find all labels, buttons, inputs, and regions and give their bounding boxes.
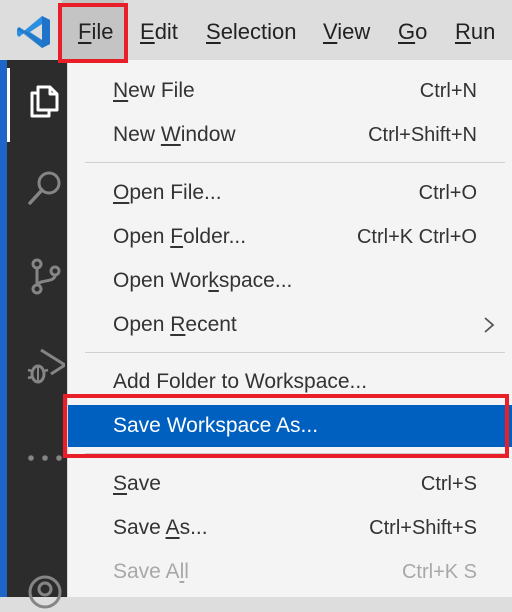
explorer-icon[interactable]	[25, 80, 65, 120]
menu-item-label: New Window	[113, 123, 236, 146]
menu-view-label: View	[323, 19, 371, 44]
menu-item-shortcut: Ctrl+N	[419, 80, 477, 102]
menu-go-label: Go	[398, 19, 428, 44]
menu-file-label: File	[78, 19, 114, 44]
menu-item-label: Add Folder to Workspace...	[113, 370, 368, 393]
run-debug-icon[interactable]	[25, 345, 65, 385]
menu-item-label: Save As...	[113, 516, 208, 539]
menu-item-add-folder-to-workspace[interactable]: Add Folder to Workspace...	[68, 361, 512, 403]
menu-item-label: New File	[113, 79, 195, 102]
menu-bar: File Edit Selection View Go Run	[0, 0, 512, 60]
menu-item-label: Save All	[113, 560, 189, 583]
menu-item-shortcut: Ctrl+S	[420, 473, 477, 495]
menu-item-label: Save	[113, 472, 161, 495]
menu-go[interactable]: Go	[398, 0, 427, 60]
accounts-icon[interactable]	[25, 572, 65, 612]
window-edge	[0, 60, 7, 597]
active-indicator	[7, 68, 10, 142]
activity-bar	[7, 60, 67, 609]
menu-item-save-all[interactable]: Save All Ctrl+K S	[68, 551, 512, 593]
menu-item-open-workspace[interactable]: Open Workspace...	[68, 260, 512, 302]
menu-item-new-file[interactable]: New File Ctrl+N	[68, 70, 512, 112]
menu-item-label: Save Workspace As...	[113, 414, 319, 437]
menu-separator	[85, 453, 505, 454]
menu-selection[interactable]: Selection	[206, 0, 297, 60]
menu-edit[interactable]: Edit	[140, 0, 178, 60]
menu-item-save-as[interactable]: Save As... Ctrl+Shift+S	[68, 507, 512, 549]
menu-item-save[interactable]: Save Ctrl+S	[68, 463, 512, 505]
menu-file[interactable]: File	[62, 0, 124, 60]
menu-item-label: Open Folder...	[113, 225, 247, 248]
menu-item-shortcut: Ctrl+Shift+S	[369, 517, 477, 539]
menu-run[interactable]: Run	[455, 0, 495, 60]
menu-run-label: Run	[455, 19, 496, 44]
menu-item-new-window[interactable]: New Window Ctrl+Shift+N	[68, 114, 512, 156]
menu-item-label: Open Workspace...	[113, 269, 293, 292]
menu-separator	[85, 162, 505, 163]
file-menu-dropdown: New File Ctrl+N New Window Ctrl+Shift+N …	[67, 60, 512, 597]
menu-edit-label: Edit	[140, 19, 178, 44]
menu-view[interactable]: View	[323, 0, 370, 60]
menu-item-open-recent[interactable]: Open Recent	[68, 304, 512, 346]
menu-item-shortcut: Ctrl+K S	[401, 561, 477, 583]
search-icon[interactable]	[25, 168, 65, 208]
source-control-icon[interactable]	[25, 256, 65, 296]
menu-item-label: Open File...	[113, 181, 222, 204]
chevron-right-icon	[484, 317, 495, 333]
menu-item-shortcut: Ctrl+O	[418, 182, 477, 204]
menu-item-label: Open Recent	[113, 313, 237, 336]
more-icon[interactable]	[25, 438, 65, 478]
menu-item-shortcut: Ctrl+K Ctrl+O	[356, 226, 477, 248]
menu-item-open-file[interactable]: Open File... Ctrl+O	[68, 172, 512, 214]
menu-item-open-folder[interactable]: Open Folder... Ctrl+K Ctrl+O	[68, 216, 512, 258]
menu-item-shortcut: Ctrl+Shift+N	[368, 124, 477, 146]
menu-separator	[85, 352, 505, 353]
vscode-logo-icon	[17, 16, 50, 48]
menu-selection-label: Selection	[206, 19, 297, 44]
menu-item-save-workspace-as[interactable]: Save Workspace As...	[68, 405, 512, 447]
